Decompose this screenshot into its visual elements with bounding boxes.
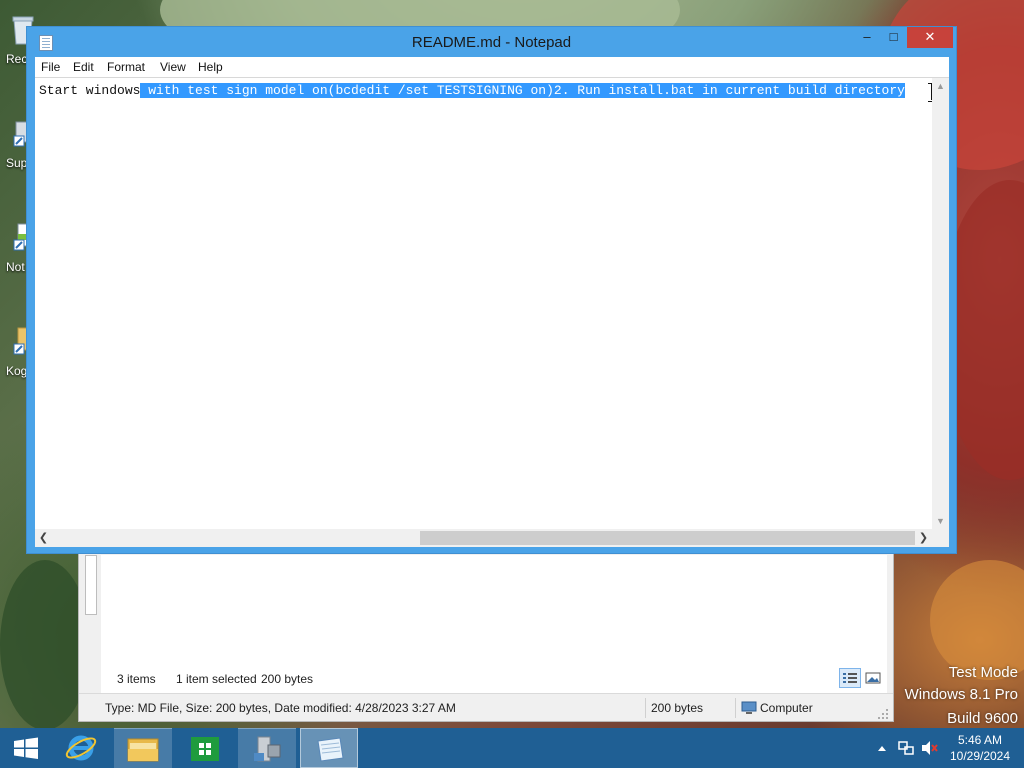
navigation-pane-edge bbox=[85, 555, 97, 615]
taskbar: 5:46 AM 10/29/2024 bbox=[0, 728, 1024, 768]
build-watermark: Build 9600 bbox=[947, 710, 1018, 727]
scroll-left-icon[interactable]: ❮ bbox=[35, 529, 52, 547]
maximize-button[interactable]: □ bbox=[880, 27, 907, 48]
items-count: 3 items bbox=[117, 672, 156, 686]
text-unselected: Start windows bbox=[39, 83, 141, 98]
windows-logo-icon bbox=[14, 737, 38, 759]
taskbar-file-explorer[interactable] bbox=[114, 728, 172, 768]
menu-format[interactable]: Format bbox=[107, 60, 145, 74]
menu-file[interactable]: File bbox=[41, 60, 60, 74]
file-type-details: Type: MD File, Size: 200 bytes, Date mod… bbox=[105, 701, 456, 715]
horizontal-scroll-thumb[interactable] bbox=[420, 531, 915, 545]
items-selected-size: 200 bytes bbox=[261, 672, 314, 686]
taskbar-notepad[interactable] bbox=[300, 728, 358, 768]
title-bar[interactable]: README.md - Notepad – □ ✕ bbox=[27, 27, 956, 57]
network-icon bbox=[898, 741, 914, 755]
computer-icon bbox=[741, 701, 757, 714]
taskbar-internet-explorer[interactable] bbox=[52, 728, 110, 768]
notepad-icon bbox=[317, 737, 344, 762]
menu-edit[interactable]: Edit bbox=[73, 60, 94, 74]
folder-icon bbox=[127, 738, 159, 762]
text-selection: with test sign model on(bcdedit /set TES… bbox=[140, 83, 905, 98]
network-tray-button[interactable] bbox=[894, 728, 916, 768]
window-title: README.md - Notepad bbox=[411, 34, 572, 51]
file-explorer-window: 3 items 1 item selected 200 bytes Type: … bbox=[78, 552, 894, 722]
chevron-up-icon bbox=[878, 746, 886, 751]
taskbar-store[interactable] bbox=[176, 728, 234, 768]
store-icon bbox=[191, 737, 219, 761]
volume-tray-button[interactable] bbox=[918, 728, 940, 768]
internet-explorer-icon bbox=[65, 735, 97, 761]
file-list-area[interactable] bbox=[101, 555, 887, 665]
notepad-window: README.md - Notepad – □ ✕ File Edit Form… bbox=[26, 26, 957, 554]
menu-view[interactable]: View bbox=[160, 60, 186, 74]
desktop-icon-label: Rec bbox=[6, 52, 28, 66]
computer-management-icon bbox=[254, 736, 281, 762]
test-mode-watermark: Test Mode bbox=[948, 664, 1018, 681]
desktop-icon-label: Sup bbox=[6, 156, 28, 170]
desktop-icon-label: Kog bbox=[6, 364, 28, 378]
scroll-down-icon[interactable]: ▼ bbox=[932, 513, 949, 530]
location-details: Computer bbox=[760, 701, 813, 715]
taskbar-system-app[interactable] bbox=[238, 728, 296, 768]
file-size-details: 200 bytes bbox=[651, 701, 704, 715]
desktop-icon-label: Not bbox=[6, 260, 25, 274]
minimize-button[interactable]: – bbox=[854, 27, 880, 48]
scroll-right-icon[interactable]: ❯ bbox=[915, 529, 932, 547]
text-editor-area[interactable]: Start windows with test sign model on(bc… bbox=[35, 77, 949, 547]
start-button[interactable] bbox=[4, 728, 48, 768]
show-hidden-icons-button[interactable] bbox=[872, 728, 892, 768]
volume-muted-icon bbox=[922, 741, 938, 755]
document-text[interactable]: Start windows with test sign model on(bc… bbox=[39, 83, 905, 99]
vertical-scrollbar[interactable]: ▲ ▼ bbox=[932, 78, 949, 530]
items-status-bar: 3 items 1 item selected 200 bytes bbox=[101, 665, 887, 693]
windows-edition-watermark: Windows 8.1 Pro bbox=[904, 686, 1018, 703]
menu-bar: File Edit Format View Help bbox=[35, 57, 949, 77]
horizontal-scrollbar[interactable]: ❮ ❯ bbox=[35, 529, 949, 547]
menu-help[interactable]: Help bbox=[198, 60, 223, 74]
clock-time: 5:46 AM bbox=[957, 733, 1003, 747]
clock[interactable]: 5:46 AM 10/29/2024 bbox=[944, 732, 1016, 764]
items-selected: 1 item selected bbox=[176, 672, 257, 686]
clock-date: 10/29/2024 bbox=[949, 749, 1011, 763]
close-button[interactable]: ✕ bbox=[907, 27, 953, 48]
details-status-bar: Type: MD File, Size: 200 bytes, Date mod… bbox=[79, 693, 893, 721]
scroll-up-icon[interactable]: ▲ bbox=[932, 78, 949, 95]
